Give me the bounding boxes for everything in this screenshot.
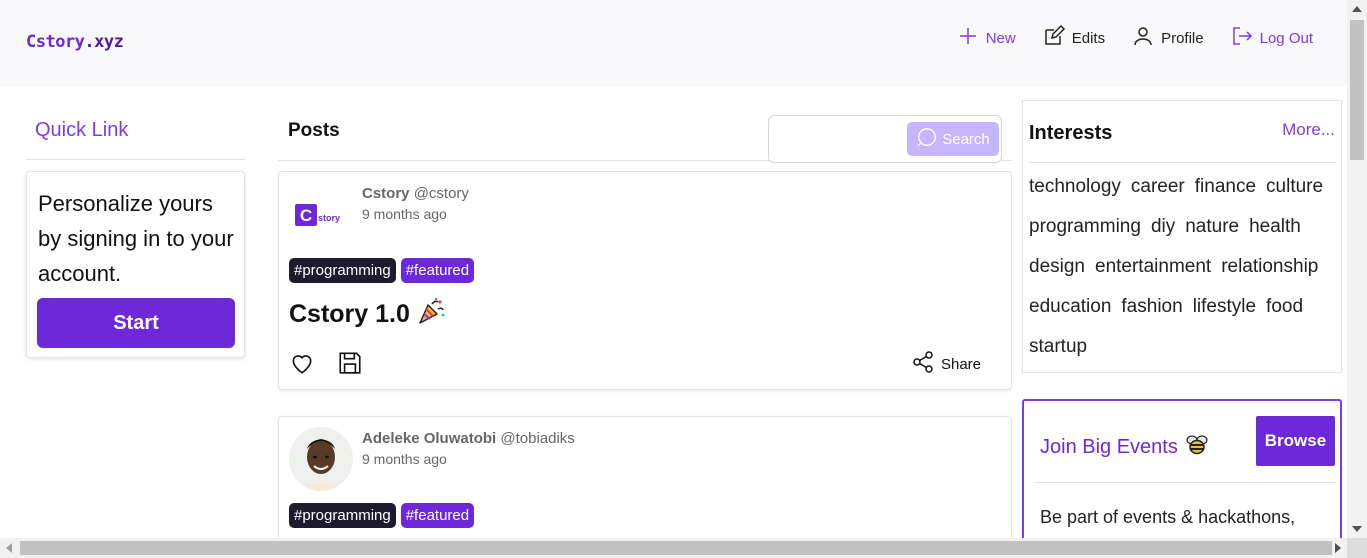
events-card: Join Big Events Browse Be part of events… <box>1022 399 1342 558</box>
interest-item[interactable]: education <box>1029 293 1111 321</box>
nav-edits-label: Edits <box>1071 29 1106 47</box>
scroll-right-arrow-icon[interactable] <box>1335 543 1341 553</box>
interest-item[interactable]: technology <box>1029 173 1121 201</box>
tag-programming[interactable]: #programming <box>289 258 396 283</box>
logout-icon <box>1230 24 1254 52</box>
interest-item[interactable]: lifestyle <box>1193 293 1256 321</box>
bee-icon <box>1184 431 1210 463</box>
interests-title: Interests <box>1029 122 1113 144</box>
nav-logout-button[interactable]: Log Out <box>1230 24 1313 52</box>
posts-title: Posts <box>288 120 340 141</box>
author-avatar[interactable] <box>289 427 353 491</box>
author-line: Adeleke Oluwatobi @tobiadiks <box>362 430 575 447</box>
tag-programming[interactable]: #programming <box>289 503 396 528</box>
vertical-scrollbar[interactable] <box>1347 0 1367 538</box>
quick-link-divider <box>26 159 245 160</box>
interests-divider <box>1029 162 1336 163</box>
interest-item[interactable]: fashion <box>1121 293 1182 321</box>
events-divider <box>1034 482 1336 483</box>
interests-more-link[interactable]: More... <box>1282 120 1335 140</box>
interest-item[interactable]: culture <box>1266 173 1323 201</box>
author-handle[interactable]: @cstory <box>414 185 469 202</box>
share-label: Share <box>940 355 981 373</box>
interest-item[interactable]: relationship <box>1221 253 1318 281</box>
edit-icon <box>1042 24 1066 52</box>
tag-featured[interactable]: #featured <box>400 258 475 283</box>
search-box: Search <box>768 115 1002 163</box>
site-logo[interactable]: Cstory.xyz <box>26 32 124 52</box>
interest-item[interactable]: food <box>1266 293 1303 321</box>
personalize-text: Personalize yours by signing in to your … <box>38 191 234 286</box>
scroll-down-arrow-icon[interactable] <box>1352 526 1362 532</box>
interest-item[interactable]: career <box>1131 173 1185 201</box>
user-icon <box>1131 24 1155 52</box>
tag-featured[interactable]: #featured <box>400 503 475 528</box>
plus-icon <box>956 24 980 52</box>
post-tags: #programming #featured <box>289 258 475 283</box>
search-button-label: Search <box>942 130 990 148</box>
post-actions <box>289 350 363 381</box>
nav-profile-label: Profile <box>1161 29 1204 47</box>
horizontal-scrollbar[interactable] <box>0 538 1367 558</box>
post-title-text: Cstory 1.0 <box>289 300 410 328</box>
svg-text:story: story <box>318 213 340 223</box>
interest-item[interactable]: health <box>1249 213 1301 241</box>
heart-icon[interactable] <box>289 350 315 381</box>
interest-item[interactable]: diy <box>1151 213 1175 241</box>
top-nav: New Edits Profile Log Out <box>956 24 1313 52</box>
svg-text:C: C <box>300 206 312 225</box>
top-header: Cstory.xyz New Edits Profile Log Out <box>0 0 1347 86</box>
nav-edits-button[interactable]: Edits <box>1042 24 1105 52</box>
share-button[interactable]: Share <box>911 350 981 378</box>
search-input[interactable] <box>773 122 903 156</box>
nav-profile-button[interactable]: Profile <box>1131 24 1204 52</box>
party-popper-icon <box>416 296 446 333</box>
quick-link-title: Quick Link <box>35 119 129 141</box>
nav-new-button[interactable]: New <box>956 24 1016 52</box>
interests-list: technology career finance culture progra… <box>1029 173 1339 361</box>
logo-suffix: .xyz <box>84 32 124 52</box>
post-tags: #programming #featured <box>289 503 475 528</box>
author-avatar[interactable]: C story <box>289 182 353 246</box>
events-title: Join Big Events <box>1040 431 1210 463</box>
interest-item[interactable]: entertainment <box>1095 253 1211 281</box>
vertical-scroll-thumb[interactable] <box>1350 20 1364 160</box>
browse-button[interactable]: Browse <box>1256 416 1335 466</box>
nav-new-label: New <box>985 29 1016 47</box>
interest-item[interactable]: startup <box>1029 333 1087 361</box>
personalize-card: Personalize yours by signing in to your … <box>26 171 245 358</box>
interest-item[interactable]: design <box>1029 253 1085 281</box>
author-name[interactable]: Adeleke Oluwatobi <box>362 430 496 447</box>
interest-item[interactable]: nature <box>1185 213 1239 241</box>
post-card[interactable]: Adeleke Oluwatobi @tobiadiks 9 months ag… <box>278 416 1012 556</box>
search-button[interactable]: Search <box>907 122 999 156</box>
logo-main: Cstory <box>26 32 85 52</box>
post-title[interactable]: Cstory 1.0 <box>289 296 446 333</box>
scroll-up-arrow-icon[interactable] <box>1352 6 1362 12</box>
interest-item[interactable]: finance <box>1195 173 1256 201</box>
search-icon <box>916 126 938 152</box>
scrollbar-corner <box>1347 538 1367 558</box>
bookmark-save-icon[interactable] <box>337 350 363 381</box>
author-name[interactable]: Cstory <box>362 185 410 202</box>
author-line: Cstory @cstory <box>362 185 469 202</box>
author-handle[interactable]: @tobiadiks <box>500 430 574 447</box>
events-text: Be part of events & hackathons, <box>1040 507 1296 527</box>
share-icon <box>911 350 935 378</box>
start-button[interactable]: Start <box>37 298 235 348</box>
horizontal-scroll-thumb[interactable] <box>20 541 1332 555</box>
events-title-text: Join Big Events <box>1040 435 1178 458</box>
post-card[interactable]: C story Cstory @cstory 9 months ago #pro… <box>278 171 1012 390</box>
post-time: 9 months ago <box>362 206 447 222</box>
post-time: 9 months ago <box>362 451 447 467</box>
interest-item[interactable]: programming <box>1029 213 1141 241</box>
scroll-left-arrow-icon[interactable] <box>6 543 12 553</box>
nav-logout-label: Log Out <box>1259 29 1313 47</box>
interests-card: Interests More... technology career fina… <box>1022 100 1342 373</box>
